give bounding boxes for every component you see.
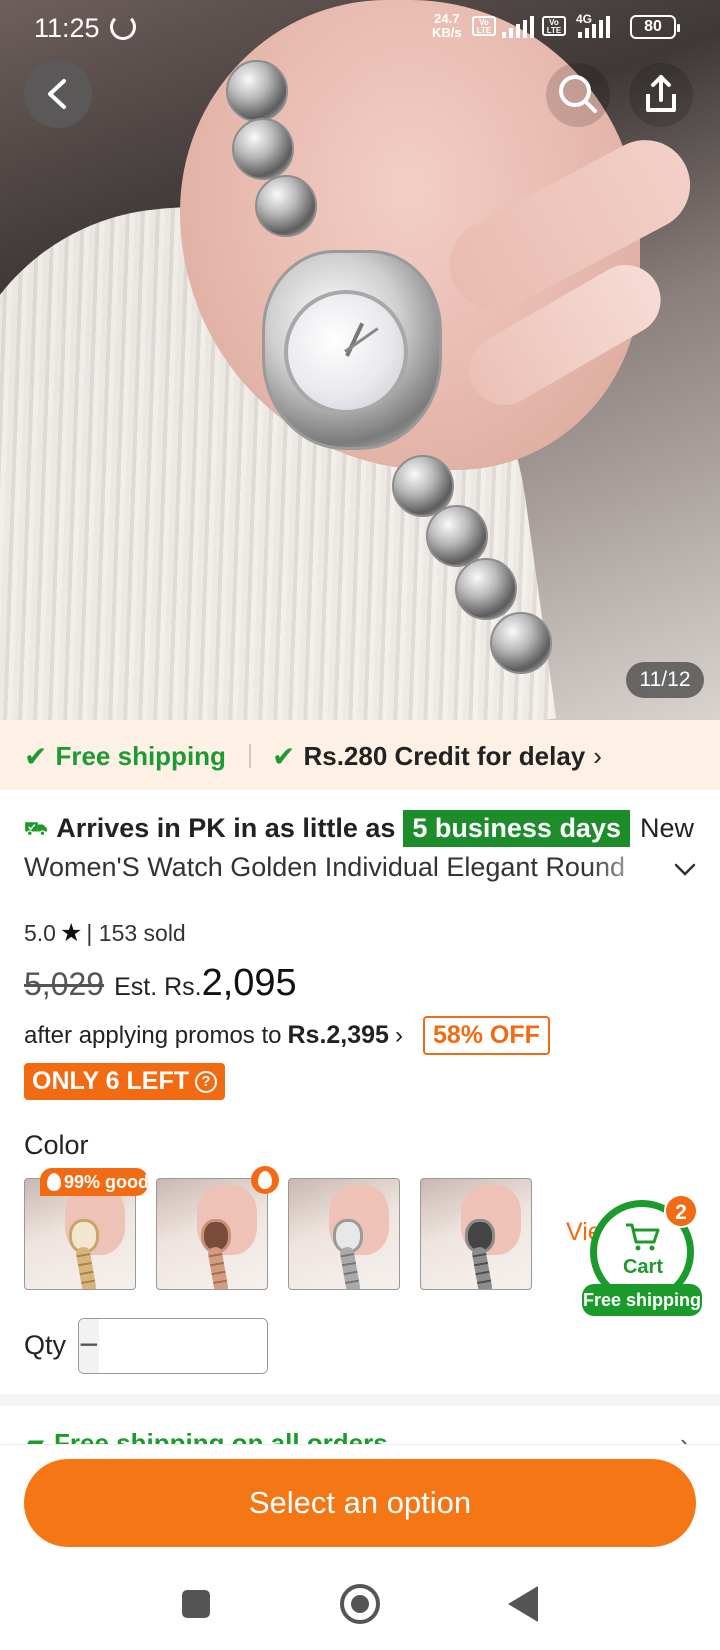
check-icon: ✔ <box>272 741 296 772</box>
divider <box>249 744 251 768</box>
promo-row[interactable]: after applying promos to Rs.2,395 › 58% … <box>24 1016 550 1055</box>
free-shipping-label: Free shipping <box>55 741 226 771</box>
credit-delay-item[interactable]: ✔ Rs.280 Credit for delay › <box>272 740 602 773</box>
qty-label: Qty <box>24 1330 67 1360</box>
volte-icon: Vo LTE <box>472 16 496 36</box>
cart-label: Cart <box>622 1256 663 1278</box>
share-button[interactable] <box>628 62 694 128</box>
promo-text: after applying promos to <box>24 1021 282 1049</box>
est-price: 2,095 <box>201 962 297 1004</box>
quantity-stepper: − + <box>78 1318 268 1374</box>
chevron-right-icon: › <box>593 741 602 771</box>
cart-count-badge: 2 <box>664 1194 698 1228</box>
check-icon: ✔ <box>24 741 48 772</box>
signal-4g-icon: 4G <box>574 12 610 38</box>
good-rating-label: 99% good <box>64 1172 148 1192</box>
cart-button[interactable]: Cart 2 Free shipping <box>582 1194 702 1316</box>
battery-icon: 80 <box>630 15 680 39</box>
original-price: 5,029 <box>24 966 105 1002</box>
sold-count: | 153 sold <box>86 919 186 946</box>
arrival-text: Arrives in PK in as little as <box>56 812 396 843</box>
status-bar: 11:25 24.7 KB/s Vo LTE Vo LTE 4G 80 <box>0 0 720 54</box>
product-title-start: New <box>639 812 694 843</box>
nav-back-icon[interactable] <box>508 1586 538 1622</box>
price-row: 5,029 Est. Rs. 2,095 <box>24 962 297 1005</box>
signal-icon <box>502 16 534 38</box>
bracelet-link <box>232 118 294 180</box>
bracelet-link <box>226 60 288 122</box>
delivery-truck-icon <box>25 822 48 837</box>
bracelet-link <box>255 175 317 237</box>
product-title[interactable]: Women'S Watch Golden Individual Elegant … <box>24 852 664 883</box>
image-counter: 11/12 <box>626 662 704 698</box>
est-price-label: Est. Rs. <box>114 973 202 1001</box>
qty-decrease-button[interactable]: − <box>79 1319 99 1373</box>
rating-row[interactable]: 5.0 ★ | 153 sold <box>24 918 186 948</box>
back-icon <box>48 79 66 109</box>
chevron-right-icon: › <box>394 1021 403 1049</box>
bracelet-link <box>490 612 552 674</box>
network-type: 4G <box>576 12 593 26</box>
bracelet-link <box>455 558 517 620</box>
share-icon <box>629 63 693 127</box>
arrival-line: Arrives in PK in as little as 5 business… <box>24 806 694 850</box>
chevron-down-icon[interactable] <box>672 856 698 882</box>
net-speed: 24.7 KB/s <box>432 12 462 40</box>
star-icon: ★ <box>59 919 83 947</box>
color-swatch-dark[interactable] <box>420 1178 532 1290</box>
color-swatch-silver[interactable] <box>288 1178 400 1290</box>
shipping-strip[interactable]: ✔ Free shipping ✔ Rs.280 Credit for dela… <box>0 720 720 790</box>
qty-input[interactable] <box>98 1319 267 1373</box>
back-button[interactable] <box>24 60 92 128</box>
business-days-badge: 5 business days <box>403 809 630 847</box>
stock-label: ONLY 6 LEFT <box>32 1067 189 1095</box>
home-icon[interactable] <box>340 1584 380 1624</box>
search-button[interactable] <box>545 62 611 128</box>
section-divider <box>0 1394 720 1406</box>
sync-icon <box>110 14 136 40</box>
search-icon <box>546 63 610 127</box>
color-label: Color <box>24 1130 89 1160</box>
color-swatch-rose[interactable] <box>156 1178 268 1290</box>
credit-delay-label: Rs.280 Credit for delay <box>303 741 586 771</box>
stock-badge[interactable]: ONLY 6 LEFT ? <box>24 1063 225 1100</box>
system-nav-bar <box>0 1564 720 1650</box>
cart-free-shipping: Free shipping <box>582 1284 702 1316</box>
discount-badge: 58% OFF <box>422 1016 550 1055</box>
net-speed-value: 24.7 <box>434 11 460 26</box>
hot-badge <box>251 1166 279 1194</box>
product-image[interactable] <box>0 0 720 720</box>
rating-value: 5.0 <box>24 919 56 946</box>
promo-price: Rs.2,395 <box>287 1021 389 1049</box>
status-time: 11:25 <box>34 13 100 43</box>
volte-icon: Vo LTE <box>542 16 566 36</box>
flame-icon <box>258 1171 272 1189</box>
good-rating-badge: 99% good <box>40 1168 148 1196</box>
recents-icon[interactable] <box>182 1590 210 1618</box>
select-option-button[interactable]: Select an option <box>24 1459 696 1547</box>
free-shipping-item: ✔ Free shipping <box>24 740 226 773</box>
net-speed-unit: KB/s <box>432 25 462 40</box>
bottom-action-bar: Select an option <box>0 1444 720 1564</box>
help-icon: ? <box>194 1070 217 1093</box>
cart-icon <box>626 1223 660 1251</box>
flame-icon <box>47 1173 61 1191</box>
